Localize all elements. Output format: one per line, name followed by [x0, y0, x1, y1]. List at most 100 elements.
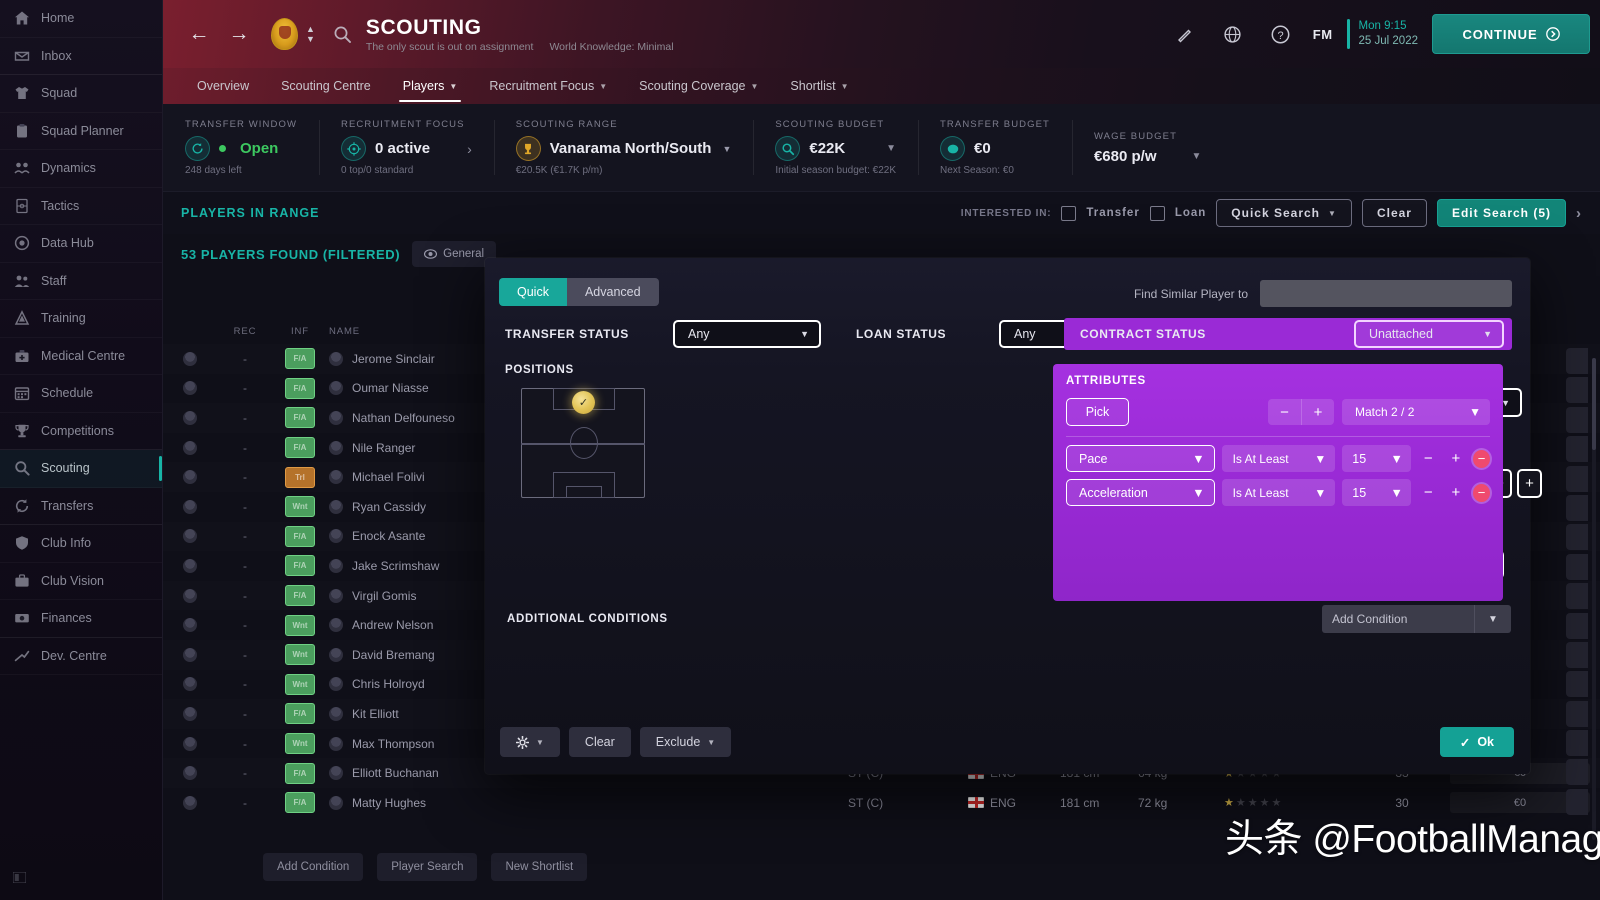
attributes-increment[interactable]: +	[1301, 399, 1334, 425]
chevron-right-icon[interactable]: ›	[439, 141, 472, 157]
cell-player-name[interactable]: Oumar Niasse	[352, 381, 429, 395]
cell-player-name[interactable]: Kit Elliott	[352, 707, 399, 721]
sidebar-item-staff[interactable]: Staff	[0, 263, 162, 301]
chevron-down-icon[interactable]: ▼	[1166, 151, 1202, 162]
info-cell-transfer-budget[interactable]: TRANSFER BUDGET €0 Next Season: €0	[918, 104, 1072, 191]
loan-checkbox[interactable]	[1149, 205, 1165, 221]
tab-scouting-centre[interactable]: Scouting Centre	[265, 68, 387, 104]
continue-button[interactable]: CONTINUE	[1432, 14, 1590, 54]
cell-player-name[interactable]: Max Thompson	[352, 737, 434, 751]
attribute-name-select[interactable]: Acceleration ▼	[1066, 479, 1215, 506]
cell-player-name[interactable]: Michael Folivi	[352, 470, 425, 484]
ok-button[interactable]: ✓ Ok	[1439, 727, 1514, 757]
cell-player-name[interactable]: Jerome Sinclair	[352, 352, 435, 366]
view-general-chip[interactable]: General	[412, 241, 497, 267]
sidebar-item-home[interactable]: Home	[0, 0, 162, 38]
clear-search-button[interactable]: Clear	[1361, 199, 1427, 227]
sidebar-item-club-vision[interactable]: Club Vision	[0, 563, 162, 601]
filter-tab-advanced[interactable]: Advanced	[566, 278, 659, 306]
table-scrollbar-thumb[interactable]	[1592, 358, 1596, 450]
search-icon[interactable]	[326, 25, 360, 44]
attribute-value-select[interactable]: 15 ▼	[1342, 479, 1411, 506]
info-cell-scouting-range[interactable]: SCOUTING RANGE Vanarama North/South ▼ €20.5…	[493, 104, 754, 191]
tab-overview[interactable]: Overview	[181, 68, 265, 104]
age-max-increment[interactable]: +	[1517, 469, 1542, 498]
chevron-right-icon[interactable]: ›	[1576, 205, 1582, 222]
cell-player-name[interactable]: Elliott Buchanan	[352, 766, 439, 780]
chevron-down-icon[interactable]: ▼	[860, 143, 896, 154]
attributes-decrement[interactable]: −	[1268, 399, 1301, 425]
attribute-increment[interactable]: +	[1446, 479, 1467, 506]
transfer-checkbox[interactable]	[1061, 205, 1077, 221]
quick-search-dropdown[interactable]: Quick Search ▼	[1216, 199, 1352, 227]
attributes-match-select[interactable]: Match 2 / 2 ▼	[1342, 399, 1490, 425]
club-switch-stepper[interactable]: ▲ ▼	[306, 24, 315, 43]
sidebar-item-medical-centre[interactable]: Medical Centre	[0, 338, 162, 376]
sidebar-item-schedule[interactable]: Schedule	[0, 375, 162, 413]
info-cell-transfer-window[interactable]: TRANSFER WINDOW Open 248 days left	[163, 104, 319, 191]
edit-search-button[interactable]: Edit Search (5)	[1436, 199, 1566, 227]
sidebar-item-training[interactable]: Training	[0, 300, 162, 338]
bottom-action-button[interactable]: New Shortlist	[491, 853, 588, 881]
find-similar-input[interactable]	[1260, 280, 1512, 307]
sidebar-item-finances[interactable]: Finances	[0, 600, 162, 638]
transfer-status-select[interactable]: Any ▼	[673, 320, 821, 348]
tab-players[interactable]: Players ▼	[387, 68, 474, 104]
sidebar-item-squad[interactable]: Squad	[0, 75, 162, 113]
attribute-increment[interactable]: +	[1446, 445, 1467, 472]
bottom-action-button[interactable]: Player Search	[377, 853, 478, 881]
cell-player-name[interactable]: David Bremang	[352, 648, 435, 662]
sidebar-item-scouting[interactable]: Scouting	[0, 450, 162, 488]
settings-button[interactable]: ▼	[500, 727, 560, 757]
contract-status-select[interactable]: Unattached ▼	[1354, 320, 1504, 348]
cell-player-name[interactable]: Jake Scrimshaw	[352, 559, 439, 573]
add-condition-dropdown-arrow[interactable]: ▼	[1474, 605, 1511, 633]
info-cell-recruitment-focus[interactable]: RECRUITMENT FOCUS 0 active › 0 top/0 standa…	[319, 104, 494, 191]
attributes-pick-button[interactable]: Pick	[1066, 398, 1129, 426]
attribute-remove-button[interactable]: −	[1473, 483, 1490, 502]
cell-player-name[interactable]: Virgil Gomis	[352, 589, 416, 603]
arrow-left-icon[interactable]: ←	[179, 14, 219, 54]
col-inf[interactable]: INF	[271, 326, 329, 337]
tab-shortlist[interactable]: Shortlist ▼	[774, 68, 864, 104]
cell-player-name[interactable]: Andrew Nelson	[352, 618, 433, 632]
col-rec[interactable]: REC	[219, 326, 271, 337]
attribute-name-select[interactable]: Pace ▼	[1066, 445, 1215, 472]
sidebar-item-squad-planner[interactable]: Squad Planner	[0, 113, 162, 151]
cell-player-name[interactable]: Nile Ranger	[352, 441, 415, 455]
sidebar-item-tactics[interactable]: Tactics	[0, 188, 162, 226]
sidebar-item-transfers[interactable]: Transfers	[0, 488, 162, 525]
cell-player-name[interactable]: Enock Asante	[352, 529, 425, 543]
sidebar-item-data-hub[interactable]: Data Hub	[0, 225, 162, 263]
arrow-right-icon[interactable]: →	[219, 14, 259, 54]
sidebar-item-club-info[interactable]: Club Info	[0, 525, 162, 563]
attribute-decrement[interactable]: −	[1418, 479, 1439, 506]
pencil-icon[interactable]	[1161, 10, 1209, 58]
sidebar-item-competitions[interactable]: Competitions	[0, 413, 162, 450]
position-marker-striker-centre[interactable]: ✓	[572, 391, 595, 414]
help-icon[interactable]: ?	[1257, 10, 1305, 58]
sidebar-item-dynamics[interactable]: Dynamics	[0, 150, 162, 188]
sidebar-collapse-icon[interactable]	[12, 870, 27, 888]
tab-scouting-coverage[interactable]: Scouting Coverage ▼	[623, 68, 774, 104]
attribute-decrement[interactable]: −	[1418, 445, 1439, 472]
attribute-value-select[interactable]: 15 ▼	[1342, 445, 1411, 472]
cell-player-name[interactable]: Nathan Delfouneso	[352, 411, 455, 425]
clear-filters-button[interactable]: Clear	[568, 727, 631, 757]
globe-icon[interactable]	[1209, 10, 1257, 58]
cell-player-name[interactable]: Ryan Cassidy	[352, 500, 426, 514]
attribute-operator-select[interactable]: Is At Least ▼	[1221, 445, 1336, 472]
exclude-button[interactable]: Exclude ▼	[639, 727, 732, 757]
cell-player-name[interactable]: Chris Holroyd	[352, 677, 425, 691]
attribute-operator-select[interactable]: Is At Least ▼	[1221, 479, 1336, 506]
tab-recruitment-focus[interactable]: Recruitment Focus ▼	[473, 68, 623, 104]
position-pitch-selector[interactable]: ✓	[521, 388, 645, 498]
add-condition-input[interactable]: Add Condition	[1322, 605, 1474, 633]
bottom-action-button[interactable]: Add Condition	[263, 853, 364, 881]
info-cell-scouting-budget[interactable]: SCOUTING BUDGET €22K ▼ Initial season budge…	[753, 104, 918, 191]
chevron-down-icon[interactable]: ▼	[722, 144, 731, 154]
attribute-remove-button[interactable]: −	[1473, 449, 1490, 468]
cell-player-name[interactable]: Matty Hughes	[352, 796, 426, 810]
info-cell-wage-budget[interactable]: WAGE BUDGET €680 p/w ▼	[1071, 104, 1223, 191]
sidebar-item-dev-centre[interactable]: Dev. Centre	[0, 638, 162, 676]
